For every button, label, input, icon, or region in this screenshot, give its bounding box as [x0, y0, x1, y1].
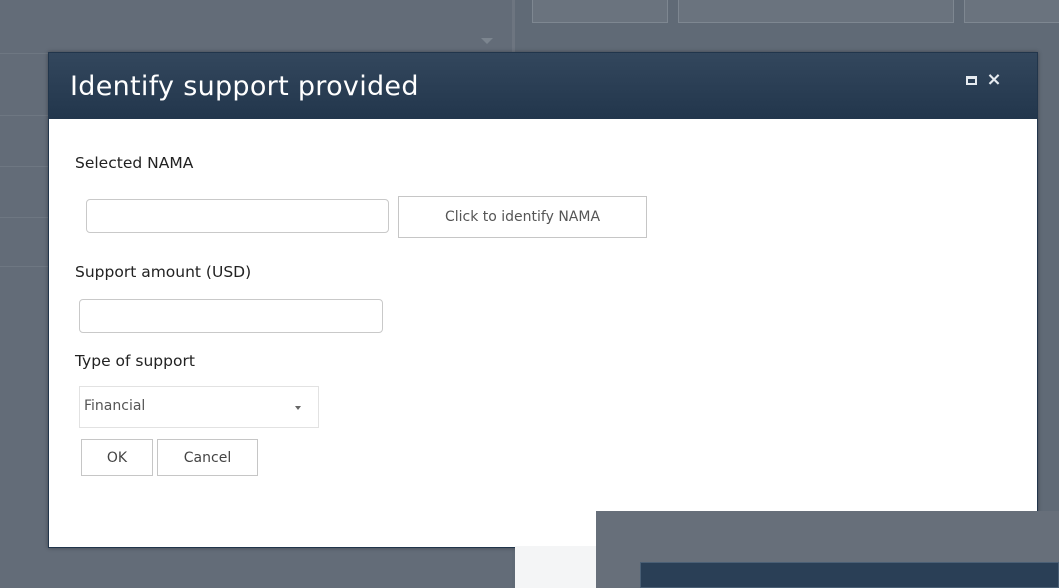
ok-button[interactable]: OK: [81, 439, 153, 476]
dialog-titlebar: Identify support provided ×: [49, 53, 1037, 119]
background-tab: [532, 0, 668, 23]
close-button[interactable]: ×: [985, 71, 1003, 89]
overlapping-window-bar: [640, 562, 1059, 588]
maximize-icon: [965, 75, 977, 85]
identify-support-dialog: Identify support provided × Selected NAM…: [48, 52, 1038, 548]
support-amount-input[interactable]: [79, 299, 383, 333]
cancel-button[interactable]: Cancel: [157, 439, 258, 476]
type-of-support-select[interactable]: Financial: [79, 386, 319, 428]
type-of-support-label: Type of support: [75, 352, 195, 370]
type-of-support-value: Financial: [84, 398, 146, 414]
identify-nama-button[interactable]: Click to identify NAMA: [398, 196, 647, 238]
selected-nama-input[interactable]: [86, 199, 389, 233]
overlapping-window-edge: [515, 546, 596, 588]
selected-nama-label: Selected NAMA: [75, 154, 194, 172]
background-divider: [512, 0, 515, 54]
maximize-button[interactable]: [962, 71, 980, 89]
chevron-down-icon: [295, 406, 301, 410]
support-amount-label: Support amount (USD): [75, 263, 252, 281]
background-tab: [678, 0, 954, 23]
dialog-title: Identify support provided: [70, 71, 419, 102]
background-tab: [964, 0, 1059, 23]
background-dropdown-arrow-icon: [481, 38, 493, 44]
close-icon: ×: [986, 69, 1002, 90]
